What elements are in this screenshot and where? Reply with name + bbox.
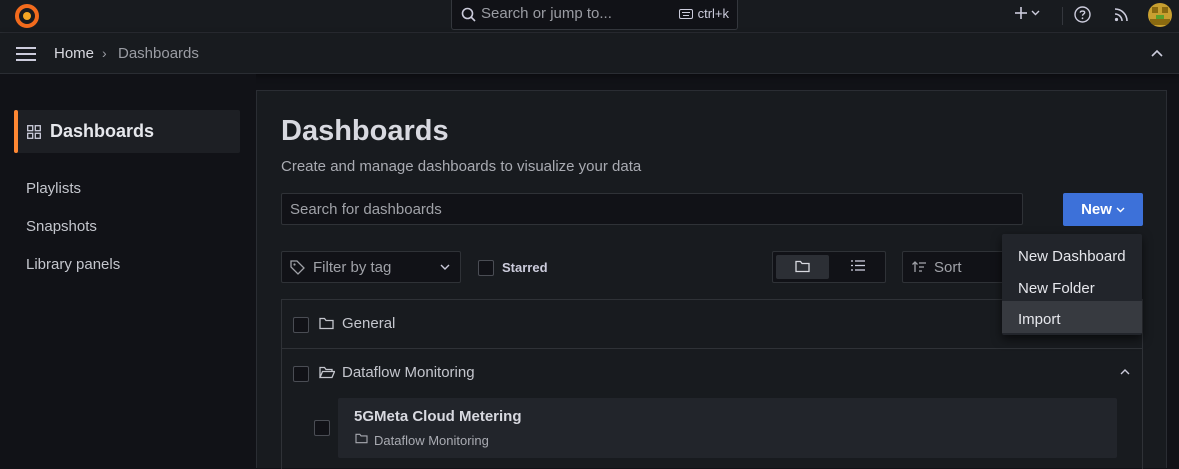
search-placeholder: Search or jump to...	[481, 5, 612, 22]
sort-icon	[912, 261, 926, 273]
dashboard-folder-label: Dataflow Monitoring	[374, 433, 489, 448]
shortcut-hint: ctrl+k	[678, 6, 729, 21]
new-button-label: New	[1081, 201, 1112, 218]
add-button[interactable]	[1014, 6, 1040, 20]
sidebar-item-library-panels[interactable]: Library panels	[26, 256, 120, 273]
row-checkbox[interactable]	[293, 317, 309, 333]
folder-icon	[355, 433, 368, 444]
folder-view-button[interactable]	[776, 255, 829, 279]
chevron-up-icon[interactable]	[1151, 49, 1163, 57]
page-subtitle: Create and manage dashboards to visualiz…	[281, 158, 642, 175]
starred-label[interactable]: Starred	[502, 260, 548, 275]
chevron-up-icon[interactable]	[1120, 369, 1130, 375]
chevron-down-icon	[440, 264, 450, 270]
breadcrumb-home[interactable]: Home	[54, 45, 94, 62]
news-feed-icon[interactable]	[1114, 7, 1129, 22]
folder-row-dataflow-monitoring[interactable]: Dataflow Monitoring	[282, 349, 1142, 398]
view-toggle	[772, 251, 886, 283]
sidebar-item-label: Dashboards	[50, 121, 155, 141]
new-dropdown-menu: New Dashboard New Folder Import	[1002, 234, 1142, 335]
row-checkbox[interactable]	[293, 366, 309, 382]
apps-grid-icon	[27, 125, 41, 139]
sidebar: Dashboards Playlists Snapshots Library p…	[0, 74, 256, 468]
breadcrumb-separator: ›	[102, 45, 107, 61]
list-icon	[851, 260, 865, 271]
dashboard-checkbox[interactable]	[314, 420, 330, 436]
active-indicator	[14, 110, 18, 153]
dashboard-item[interactable]: 5GMeta Cloud Metering Dataflow Monitorin…	[338, 398, 1117, 458]
sidebar-item-playlists[interactable]: Playlists	[26, 180, 81, 197]
search-placeholder: Search for dashboards	[290, 201, 442, 218]
grafana-logo-icon[interactable]	[14, 3, 40, 29]
menu-item-new-dashboard[interactable]: New Dashboard	[1002, 238, 1142, 270]
dashboard-search-input[interactable]: Search for dashboards	[281, 193, 1023, 225]
tag-icon	[290, 260, 305, 275]
divider	[1062, 7, 1063, 25]
filter-by-tag-label: Filter by tag	[313, 259, 392, 276]
keyboard-icon	[678, 8, 693, 19]
folder-icon	[795, 260, 810, 273]
help-icon[interactable]	[1074, 6, 1091, 23]
menu-item-import[interactable]: Import	[1002, 301, 1142, 333]
menu-item-new-folder[interactable]: New Folder	[1002, 270, 1142, 302]
folder-icon	[319, 317, 334, 330]
user-avatar[interactable]	[1148, 3, 1172, 27]
top-bar: Search or jump to... ctrl+k	[0, 0, 1179, 33]
breadcrumb: Home › Dashboards	[0, 33, 1179, 74]
chevron-down-icon	[1116, 207, 1125, 212]
page-title: Dashboards	[281, 115, 449, 147]
new-button[interactable]: New	[1063, 193, 1143, 226]
plus-icon	[1015, 7, 1027, 19]
sort-select[interactable]: Sort	[902, 251, 1012, 283]
search-icon	[461, 7, 476, 22]
list-view-button[interactable]	[834, 255, 882, 279]
breadcrumb-current: Dashboards	[118, 45, 199, 62]
starred-checkbox[interactable]	[478, 260, 494, 276]
search-or-jump-input[interactable]: Search or jump to... ctrl+k	[451, 0, 738, 30]
menu-icon[interactable]	[16, 47, 36, 61]
chevron-down-icon	[1031, 10, 1040, 16]
dashboard-title[interactable]: 5GMeta Cloud Metering	[354, 408, 522, 425]
sidebar-item-snapshots[interactable]: Snapshots	[26, 218, 97, 235]
folder-name: General	[342, 315, 396, 332]
shortcut-text: ctrl+k	[697, 6, 729, 21]
folder-name: Dataflow Monitoring	[342, 364, 475, 381]
sidebar-item-dashboards[interactable]: Dashboards	[14, 110, 240, 153]
sort-label: Sort	[934, 259, 962, 276]
folder-open-icon	[319, 366, 335, 379]
filter-by-tag-select[interactable]: Filter by tag	[281, 251, 461, 283]
